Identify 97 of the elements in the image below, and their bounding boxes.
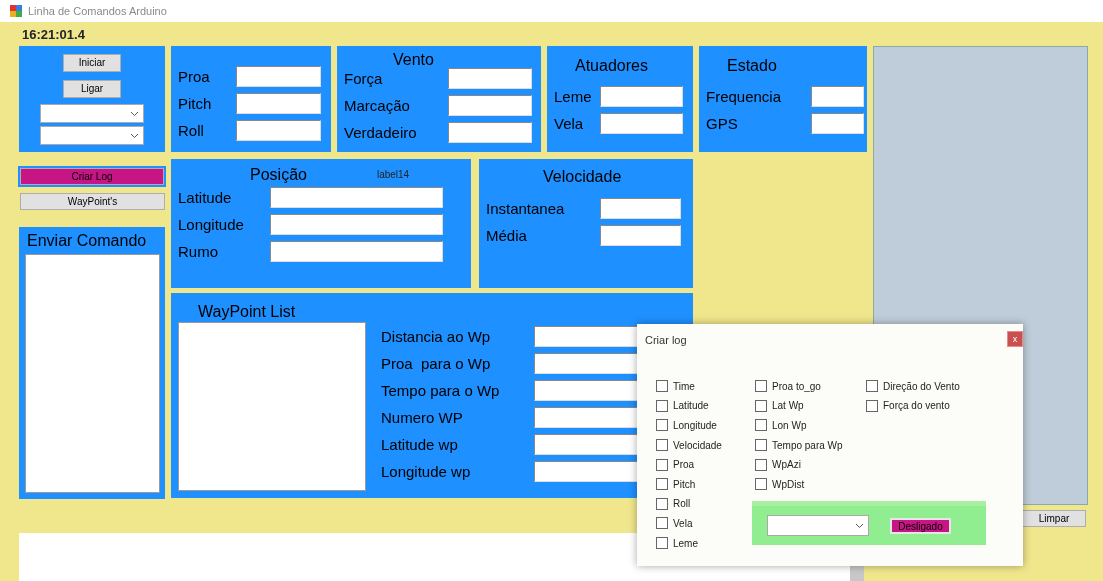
panel-title: WayPoint List (197, 302, 297, 321)
text-field[interactable] (600, 86, 683, 107)
field-label: Vela (554, 114, 585, 133)
waypoint-list[interactable] (178, 322, 366, 491)
checkbox-label: Proa to_go (772, 379, 821, 394)
window-title: Linha de Comandos Arduino (28, 3, 167, 19)
checkbox-label: Pitch (673, 477, 696, 492)
app-icon (10, 5, 22, 17)
panel-title: Atuadores (574, 56, 649, 75)
panel-title: Enviar Comando (27, 231, 148, 250)
checkbox-label: Longitude (673, 419, 717, 433)
text-field[interactable] (448, 95, 532, 116)
text-field[interactable] (236, 120, 321, 141)
side-button[interactable]: Criar Log (20, 168, 164, 185)
checkbox[interactable] (656, 517, 668, 530)
checkbox-label: Roll (673, 497, 691, 512)
checkbox-label: Latitude (673, 399, 709, 414)
checkbox-label: Direção do Vento (883, 379, 960, 394)
side-button[interactable]: WayPoint's (20, 193, 165, 210)
field-label: Roll (178, 121, 205, 140)
panel-button[interactable]: Iniciar (63, 54, 121, 72)
checkbox-label: WpDist (772, 477, 805, 492)
checkbox[interactable] (656, 537, 668, 550)
panel-title: Velocidade (542, 167, 623, 186)
toggle-button[interactable]: Desligado (890, 517, 951, 534)
checkbox-label: Velocidade (673, 438, 722, 453)
text-field[interactable] (236, 66, 321, 87)
checkbox[interactable] (755, 419, 767, 432)
field-label: Longitude wp (381, 462, 472, 481)
text-field[interactable] (270, 214, 443, 235)
dropdown[interactable] (40, 104, 144, 123)
dropdown[interactable] (40, 126, 144, 145)
text-field[interactable] (600, 198, 681, 219)
field-label: Marcação (344, 96, 411, 115)
checkbox[interactable] (755, 399, 767, 412)
field-label: Proa (178, 67, 211, 86)
text-field[interactable] (270, 187, 443, 208)
checkbox-label: Força do vento (883, 399, 950, 414)
checkbox[interactable] (656, 497, 668, 510)
dialog-title: Criar log (645, 333, 687, 348)
field-label: Leme (554, 87, 593, 106)
panel-title: Estado (726, 56, 778, 75)
checkbox[interactable] (656, 478, 668, 491)
dropdown[interactable] (767, 515, 869, 536)
chevron-down-icon (855, 522, 864, 529)
field-label: GPS (706, 114, 739, 133)
checkbox-label: Tempo para Wp (772, 438, 843, 453)
field-label: Média (486, 226, 528, 245)
checkbox-label: Leme (673, 536, 698, 551)
checkbox[interactable] (656, 419, 668, 432)
checkbox[interactable] (755, 458, 767, 471)
text-field[interactable] (270, 241, 443, 262)
checkbox[interactable] (656, 458, 668, 471)
checkbox-label: Vela (673, 516, 693, 531)
close-button[interactable]: x (1007, 331, 1023, 347)
field-label: Proa para o Wp (381, 354, 492, 373)
chevron-down-icon (130, 110, 139, 117)
field-label: Latitude wp (381, 435, 459, 454)
checkbox[interactable] (755, 439, 767, 452)
text-field[interactable] (811, 113, 864, 134)
checkbox-label: Lon Wp (772, 419, 807, 433)
text-field[interactable] (236, 93, 321, 114)
checkbox-label: Proa (673, 458, 695, 473)
text-field[interactable] (448, 68, 532, 89)
text-field[interactable] (448, 122, 532, 143)
checkbox-label: Lat Wp (772, 399, 804, 414)
checkbox[interactable] (866, 380, 878, 393)
panel-title: Posição (250, 165, 307, 184)
field-label: Numero WP (381, 408, 464, 427)
note-label: label14 (376, 168, 410, 182)
checkbox[interactable] (656, 399, 668, 412)
field-label: Verdadeiro (344, 123, 418, 142)
field-label: Latitude (178, 188, 233, 207)
clear-button[interactable]: Limpar (1022, 510, 1086, 527)
text-field[interactable] (600, 113, 683, 134)
field-label: Instantanea (486, 199, 566, 218)
panel-title: Vento (392, 50, 435, 69)
command-list[interactable] (25, 254, 160, 493)
field-label: Pitch (178, 94, 213, 113)
checkbox-label: WpAzi (772, 458, 801, 473)
field-label: Frequencia (706, 87, 783, 106)
field-label: Longitude (178, 215, 245, 234)
text-field[interactable] (811, 86, 864, 107)
field-label: Tempo para o Wp (381, 381, 501, 400)
field-label: Força (344, 69, 384, 88)
checkbox[interactable] (755, 478, 767, 491)
field-label: Rumo (178, 242, 219, 261)
clock-label: 16:21:01.4 (21, 26, 85, 44)
checkbox[interactable] (656, 439, 668, 452)
field-label: Distancia ao Wp (381, 327, 492, 346)
checkbox[interactable] (755, 380, 767, 393)
checkbox-label: Time (673, 379, 695, 394)
text-field[interactable] (600, 225, 681, 246)
checkbox[interactable] (656, 380, 668, 393)
checkbox[interactable] (866, 399, 878, 412)
chevron-down-icon (130, 132, 139, 139)
panel-button[interactable]: Ligar (63, 80, 121, 98)
